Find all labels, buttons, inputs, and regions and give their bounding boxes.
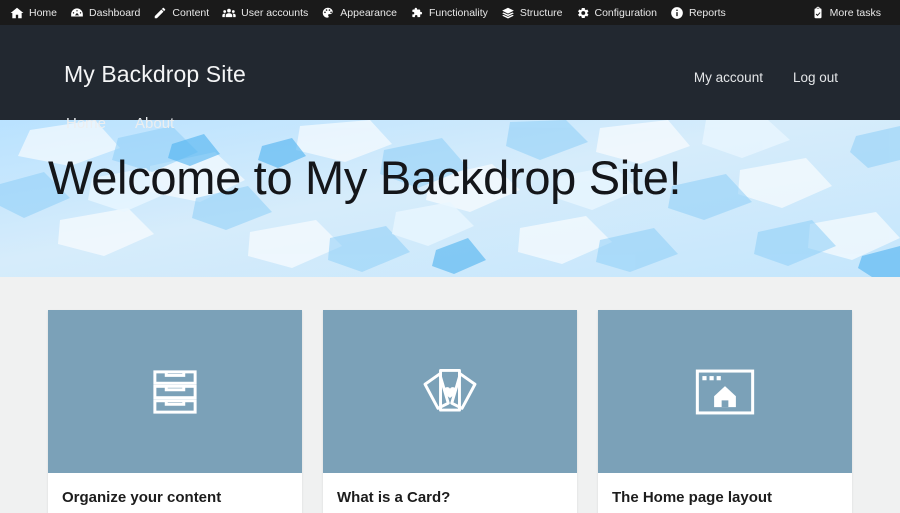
card-the-home-page-layout[interactable]: The Home page layout [598, 310, 852, 513]
palette-icon [321, 6, 335, 20]
toolbar-item-reports[interactable]: Reports [666, 0, 735, 25]
card-body: What is a Card? [323, 473, 577, 513]
toolbar-item-dashboard[interactable]: Dashboard [66, 0, 149, 25]
toolbar-item-home-label: Home [29, 6, 58, 19]
toolbar-item-configuration[interactable]: Configuration [572, 0, 666, 25]
toolbar-item-reports-label: Reports [688, 6, 726, 19]
card-body: Organize your content [48, 473, 302, 513]
toolbar-item-content-label: Content [172, 6, 210, 19]
toolbar-item-appearance-label: Appearance [340, 6, 397, 19]
site-header: My Backdrop Site My account Log out Home… [0, 25, 900, 132]
hero-banner: Welcome to My Backdrop Site! [0, 120, 900, 277]
toolbar-item-user-accounts-label: User accounts [241, 6, 309, 19]
toolbar-item-home[interactable]: Home [6, 0, 66, 25]
log-out-link[interactable]: Log out [793, 70, 838, 85]
toolbar-item-functionality-label: Functionality [428, 6, 488, 19]
puzzle-piece-icon [410, 6, 424, 20]
card-title: What is a Card? [337, 489, 451, 506]
toolbar-item-appearance[interactable]: Appearance [317, 0, 406, 25]
primary-navigation: Home About [64, 111, 176, 136]
card-body: The Home page layout [598, 473, 852, 513]
nav-item-home[interactable]: Home [64, 111, 108, 136]
toolbar-item-functionality[interactable]: Functionality [406, 0, 497, 25]
toolbar-item-structure-label: Structure [519, 6, 563, 19]
admin-toolbar-right-group: More tasks [807, 0, 890, 25]
card-organize-your-content[interactable]: Organize your content [48, 310, 302, 513]
hero-heading: Welcome to My Backdrop Site! [48, 151, 682, 204]
admin-toolbar-left-group: Home Dashboard Content User accounts App [6, 0, 735, 25]
cards-row: Organize your content What is a Card? Th… [0, 310, 900, 513]
card-image [598, 310, 852, 473]
site-header-inner: My Backdrop Site My account Log out Home… [0, 25, 900, 132]
cards-region: Organize your content What is a Card? Th… [0, 277, 900, 513]
card-image [48, 310, 302, 473]
toolbar-item-user-accounts[interactable]: User accounts [218, 0, 317, 25]
browser-window-home-icon [694, 367, 756, 417]
gear-icon [576, 6, 590, 20]
user-account-links: My account Log out [694, 70, 838, 85]
my-account-link[interactable]: My account [694, 70, 763, 85]
site-title[interactable]: My Backdrop Site [64, 61, 246, 88]
playing-cards-heart-icon [419, 364, 481, 420]
toolbar-item-configuration-label: Configuration [594, 6, 657, 19]
toolbar-item-content[interactable]: Content [149, 0, 218, 25]
clipboard-check-icon [811, 6, 825, 20]
toolbar-item-more-tasks-label: More tasks [829, 6, 881, 19]
card-title: Organize your content [62, 489, 222, 506]
card-what-is-a-card[interactable]: What is a Card? [323, 310, 577, 513]
pencil-icon [153, 6, 167, 20]
nav-item-about[interactable]: About [133, 111, 176, 136]
dashboard-gauge-icon [70, 6, 84, 20]
users-icon [222, 6, 236, 20]
toolbar-item-structure[interactable]: Structure [497, 0, 572, 25]
toolbar-item-dashboard-label: Dashboard [89, 6, 141, 19]
info-circle-icon [670, 6, 684, 20]
card-title: The Home page layout [612, 489, 773, 506]
toolbar-item-more-tasks[interactable]: More tasks [807, 0, 890, 25]
card-image [323, 310, 577, 473]
admin-toolbar: Home Dashboard Content User accounts App [0, 0, 900, 25]
layers-icon [501, 6, 515, 20]
home-icon [10, 6, 24, 20]
filing-drawers-icon [147, 364, 203, 420]
